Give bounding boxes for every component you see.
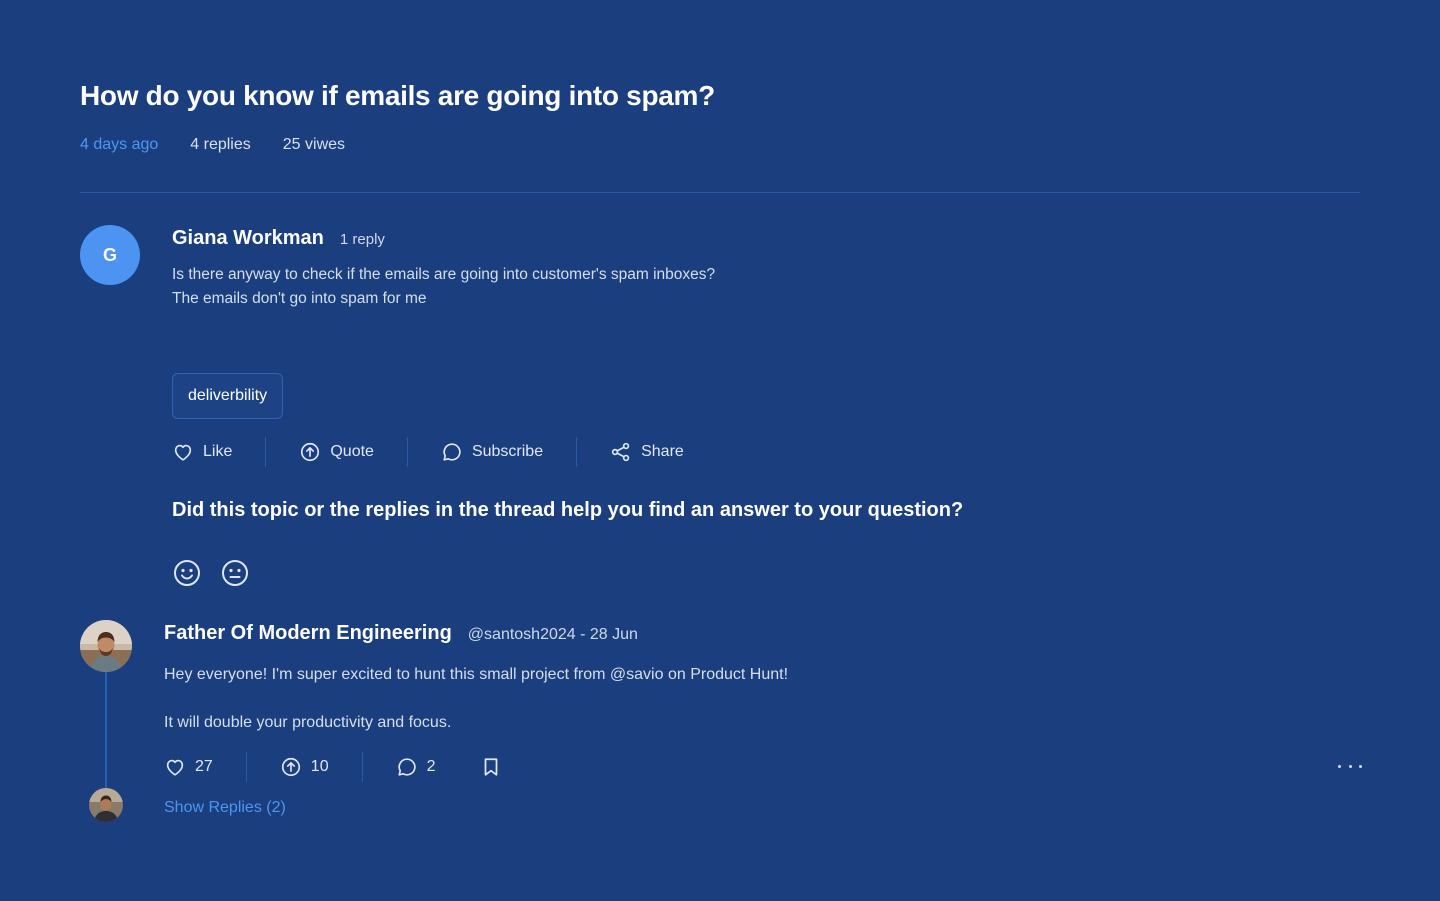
chat-bubble-icon xyxy=(396,756,418,778)
dot xyxy=(1348,764,1352,768)
comment-reply-button[interactable]: 2 xyxy=(396,756,436,778)
feedback-reactions xyxy=(172,558,250,588)
heart-icon xyxy=(172,441,194,463)
topic-replies-count: 4 replies xyxy=(190,136,251,153)
topic-time[interactable]: 4 days ago xyxy=(80,136,158,154)
post-body-line: The emails don't go into spam for me xyxy=(172,290,427,307)
action-divider xyxy=(576,437,578,467)
post-body: Is there anyway to check if the emails a… xyxy=(172,263,715,311)
comment-actions: 27 10 2 xyxy=(164,752,502,782)
comment-body-line: Hey everyone! I'm super excited to hunt … xyxy=(164,666,789,683)
post-actions: Like Quote Subscribe Share xyxy=(172,436,684,468)
share-button[interactable]: Share xyxy=(610,441,684,463)
quote-button[interactable]: Quote xyxy=(299,441,374,463)
more-options-icon[interactable] xyxy=(1338,756,1362,776)
topic-meta: 4 days ago 4 replies 25 viwes xyxy=(80,136,345,154)
comment-like-count: 27 xyxy=(195,758,213,775)
post-body-line: Is there anyway to check if the emails a… xyxy=(172,266,716,283)
action-divider xyxy=(265,437,267,467)
feedback-question: Did this topic or the replies in the thr… xyxy=(172,499,964,521)
bookmark-icon xyxy=(480,756,502,778)
show-replies-link[interactable]: Show Replies (2) xyxy=(164,799,286,817)
smile-icon[interactable] xyxy=(172,558,202,588)
topic-title: How do you know if emails are going into… xyxy=(80,80,715,111)
action-divider xyxy=(406,437,408,467)
like-button[interactable]: Like xyxy=(172,441,232,463)
action-divider xyxy=(361,752,363,782)
avatar[interactable]: G xyxy=(80,225,140,285)
bookmark-button[interactable] xyxy=(480,756,502,778)
comment-like-button[interactable]: 27 xyxy=(164,756,213,778)
heart-icon xyxy=(164,756,186,778)
comment-author[interactable]: Father Of Modern Engineering xyxy=(164,622,452,645)
chat-bubble-icon xyxy=(441,441,463,463)
thread-line xyxy=(105,668,107,790)
arrow-up-circle-icon xyxy=(299,441,321,463)
tag-chip[interactable]: deliverbility xyxy=(172,373,284,419)
comment-body-line: It will double your productivity and foc… xyxy=(164,714,452,731)
quote-label: Quote xyxy=(330,443,374,460)
comment-upvote-button[interactable]: 10 xyxy=(280,756,329,778)
avatar[interactable] xyxy=(80,620,132,672)
post-header: Giana Workman 1 reply xyxy=(172,227,385,250)
comment-upvote-count: 10 xyxy=(310,758,329,775)
comment-header: Father Of Modern Engineering @santosh202… xyxy=(164,622,638,645)
comment-handle-date: @santosh2024 - 28 Jun xyxy=(467,626,638,643)
subscribe-label: Subscribe xyxy=(471,443,544,460)
dot xyxy=(1338,764,1341,768)
arrow-up-circle-icon xyxy=(280,756,302,778)
neutral-face-icon[interactable] xyxy=(220,558,250,588)
dot xyxy=(1359,764,1362,768)
avatar[interactable] xyxy=(89,788,123,822)
comment-reply-count: 2 xyxy=(426,758,436,775)
action-divider xyxy=(245,752,247,782)
like-label: Like xyxy=(203,443,233,460)
post-reply-count: 1 reply xyxy=(339,231,385,248)
topic-views-count: 25 viwes xyxy=(282,136,346,153)
header-divider xyxy=(80,192,1360,193)
share-label: Share xyxy=(641,443,684,460)
post-author[interactable]: Giana Workman xyxy=(172,227,324,250)
share-icon xyxy=(610,441,632,463)
subscribe-button[interactable]: Subscribe xyxy=(441,441,543,463)
